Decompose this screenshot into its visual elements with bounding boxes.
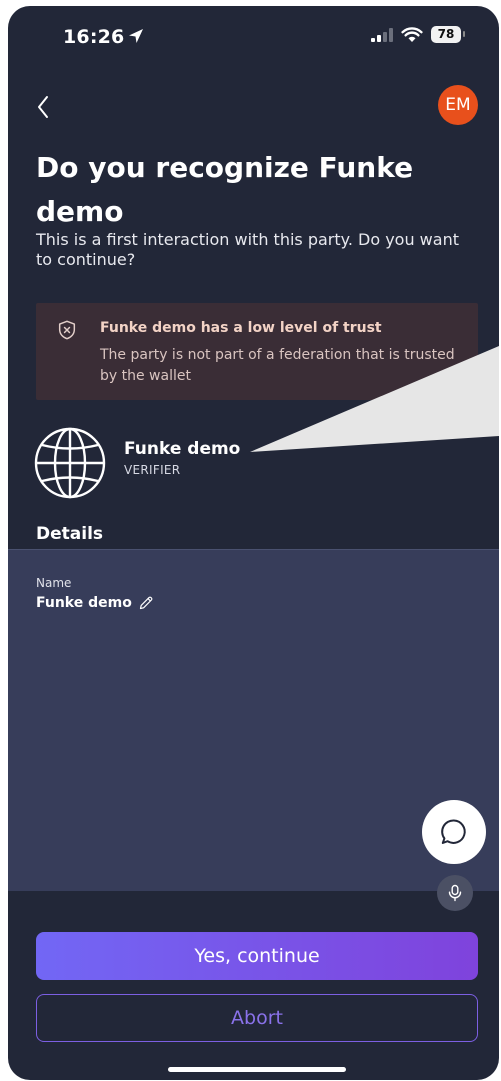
details-heading: Details	[36, 524, 104, 544]
party-role: VERIFIER	[124, 463, 181, 477]
wifi-icon	[401, 26, 423, 42]
trust-warning: Funke demo has a low level of trust The …	[36, 303, 478, 400]
status-time-text: 16:26	[63, 26, 125, 48]
page-subtitle: This is a first interaction with this pa…	[36, 230, 459, 269]
warning-text: The party is not part of a federation th…	[100, 347, 455, 384]
party-name: Funke demo	[124, 439, 241, 459]
avatar[interactable]: EM	[438, 85, 478, 125]
microphone-button[interactable]	[437, 875, 473, 911]
shield-x-icon	[58, 320, 76, 340]
name-field-label: Name	[36, 576, 72, 590]
globe-icon	[34, 427, 106, 499]
continue-button[interactable]: Yes, continue	[36, 932, 478, 980]
chat-bubble-icon	[441, 819, 466, 844]
status-icons: 78	[371, 26, 465, 43]
page-title: Do you recognize Funke demo	[36, 151, 414, 228]
back-chevron-icon[interactable]	[32, 92, 56, 122]
abort-button[interactable]: Abort	[36, 994, 478, 1042]
status-time: 16:26	[63, 26, 144, 48]
name-field: Funke demo	[36, 595, 154, 611]
signal-icon	[371, 27, 393, 42]
microphone-icon	[448, 884, 462, 902]
location-arrow-icon	[129, 29, 144, 43]
chat-button[interactable]	[422, 800, 486, 864]
battery-indicator: 78	[431, 26, 465, 43]
warning-title: Funke demo has a low level of trust	[100, 320, 382, 336]
home-indicator[interactable]	[168, 1067, 346, 1072]
name-field-value: Funke demo	[36, 595, 132, 611]
edit-pencil-icon[interactable]	[138, 595, 154, 611]
phone-screen: 16:26 78 EM Do you recognize Funke demo …	[8, 6, 499, 1080]
